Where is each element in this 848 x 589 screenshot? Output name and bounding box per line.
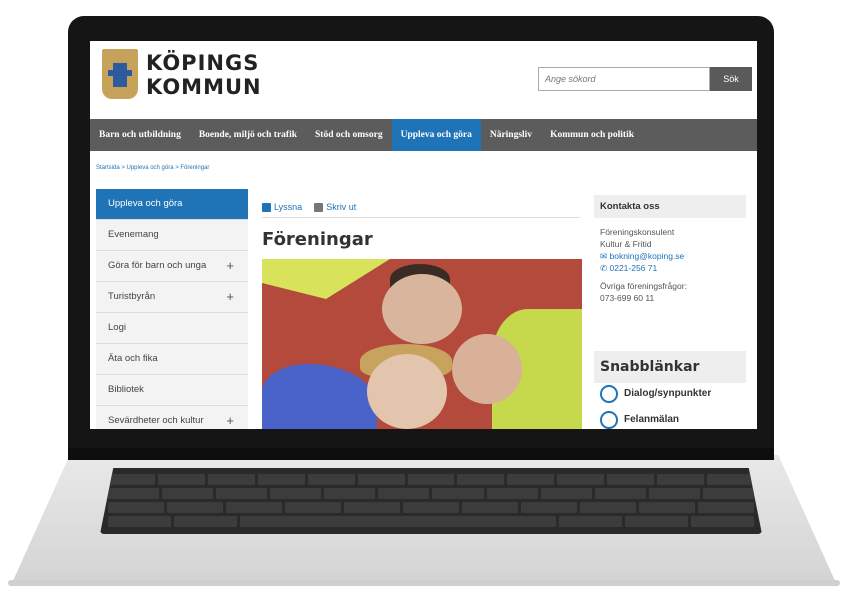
listen-label: Lyssna: [274, 201, 303, 212]
expand-plus-icon[interactable]: +: [226, 406, 234, 429]
laptop-shadow: [8, 580, 840, 586]
speaker-icon: [262, 203, 271, 213]
sidebar: Uppleva och göra Evenemang Göra för barn…: [96, 189, 248, 429]
sidebar-item-turistbyran[interactable]: Turistbyrån +: [96, 282, 248, 313]
listen-link[interactable]: Lyssna: [262, 201, 303, 213]
breadcrumb[interactable]: Startsida > Uppleva och göra > Föreninga…: [96, 165, 209, 171]
contact-other-phone: 073-699 60 11: [600, 293, 655, 303]
contact-heading: Kontakta oss: [594, 195, 746, 218]
quicklink-felanmalan[interactable]: Felanmälan: [594, 409, 746, 429]
search-input[interactable]: [538, 67, 710, 91]
contact-other-label: Övriga föreningsfrågor:: [600, 281, 687, 291]
sidebar-item-evenemang[interactable]: Evenemang: [96, 220, 248, 251]
sidebar-item-uppleva[interactable]: Uppleva och göra: [96, 189, 248, 220]
quicklink-label: Felanmälan: [624, 414, 680, 425]
sidebar-item-logi[interactable]: Logi: [96, 313, 248, 344]
sidebar-item-label: Logi: [108, 322, 126, 333]
contact-box: Kontakta oss Föreningskonsulent Kultur &…: [594, 195, 746, 312]
contact-phone-link[interactable]: ✆ 0221-256 71: [600, 262, 740, 274]
sidebar-item-sevardheter[interactable]: Sevärdheter och kultur +: [96, 406, 248, 429]
browser-screen: KÖPINGS KOMMUN Sök Barn och utbildning B…: [90, 41, 757, 429]
contact-dept: Kultur & Fritid: [600, 239, 652, 249]
page-tools: Lyssna Skriv ut: [262, 197, 580, 218]
sidebar-item-label: Turistbyrån: [108, 291, 156, 302]
sidebar-item-label: Evenemang: [108, 229, 159, 240]
sidebar-item-label: Bibliotek: [108, 384, 144, 395]
search-button[interactable]: Sök: [710, 67, 752, 91]
sidebar-item-label: Uppleva och göra: [108, 198, 183, 209]
contact-name: Föreningskonsulent: [600, 227, 675, 237]
wrench-icon: [600, 411, 618, 429]
logo-line1: KÖPINGS: [146, 51, 260, 75]
nav-barn-och-utbildning[interactable]: Barn och utbildning: [90, 119, 190, 151]
laptop-hinge: [68, 448, 774, 460]
nav-naringsliv[interactable]: Näringsliv: [481, 119, 541, 151]
quicklink-label: Dialog/synpunkter: [624, 388, 712, 399]
nav-kommun-och-politik[interactable]: Kommun och politik: [541, 119, 643, 151]
sidebar-item-label: Göra för barn och unga: [108, 260, 207, 271]
expand-plus-icon[interactable]: +: [226, 282, 234, 312]
nav-boende-miljo-trafik[interactable]: Boende, miljö och trafik: [190, 119, 306, 151]
site-logo-text[interactable]: KÖPINGS KOMMUN: [146, 51, 262, 99]
print-label: Skriv ut: [326, 201, 357, 212]
coat-of-arms-logo[interactable]: [102, 49, 138, 99]
logo-line2: KOMMUN: [146, 75, 262, 99]
quicklink-dialog[interactable]: Dialog/synpunkter: [594, 383, 746, 405]
nav-stod-och-omsorg[interactable]: Stöd och omsorg: [306, 119, 392, 151]
sidebar-item-bibliotek[interactable]: Bibliotek: [96, 375, 248, 406]
speech-bubble-icon: [600, 385, 618, 403]
contact-email-link[interactable]: ✉ bokning@koping.se: [600, 250, 740, 262]
sidebar-item-barn-unga[interactable]: Göra för barn och unga +: [96, 251, 248, 282]
sidebar-item-label: Sevärdheter och kultur: [108, 415, 204, 426]
contact-email: bokning@koping.se: [609, 251, 685, 261]
sidebar-item-ata-fika[interactable]: Äta och fika: [96, 344, 248, 375]
printer-icon: [314, 203, 324, 213]
hero-image-people: [262, 259, 582, 429]
main-nav: Barn och utbildning Boende, miljö och tr…: [90, 119, 757, 151]
quicklinks-heading: Snabblänkar: [594, 351, 746, 383]
page-title: Föreningar: [262, 229, 373, 250]
sidebar-item-label: Äta och fika: [108, 353, 158, 364]
keyboard: [100, 468, 762, 534]
contact-phone: 0221-256 71: [609, 263, 658, 273]
nav-uppleva-och-gora[interactable]: Uppleva och göra: [391, 119, 481, 151]
expand-plus-icon[interactable]: +: [226, 251, 234, 281]
print-link[interactable]: Skriv ut: [314, 201, 357, 213]
